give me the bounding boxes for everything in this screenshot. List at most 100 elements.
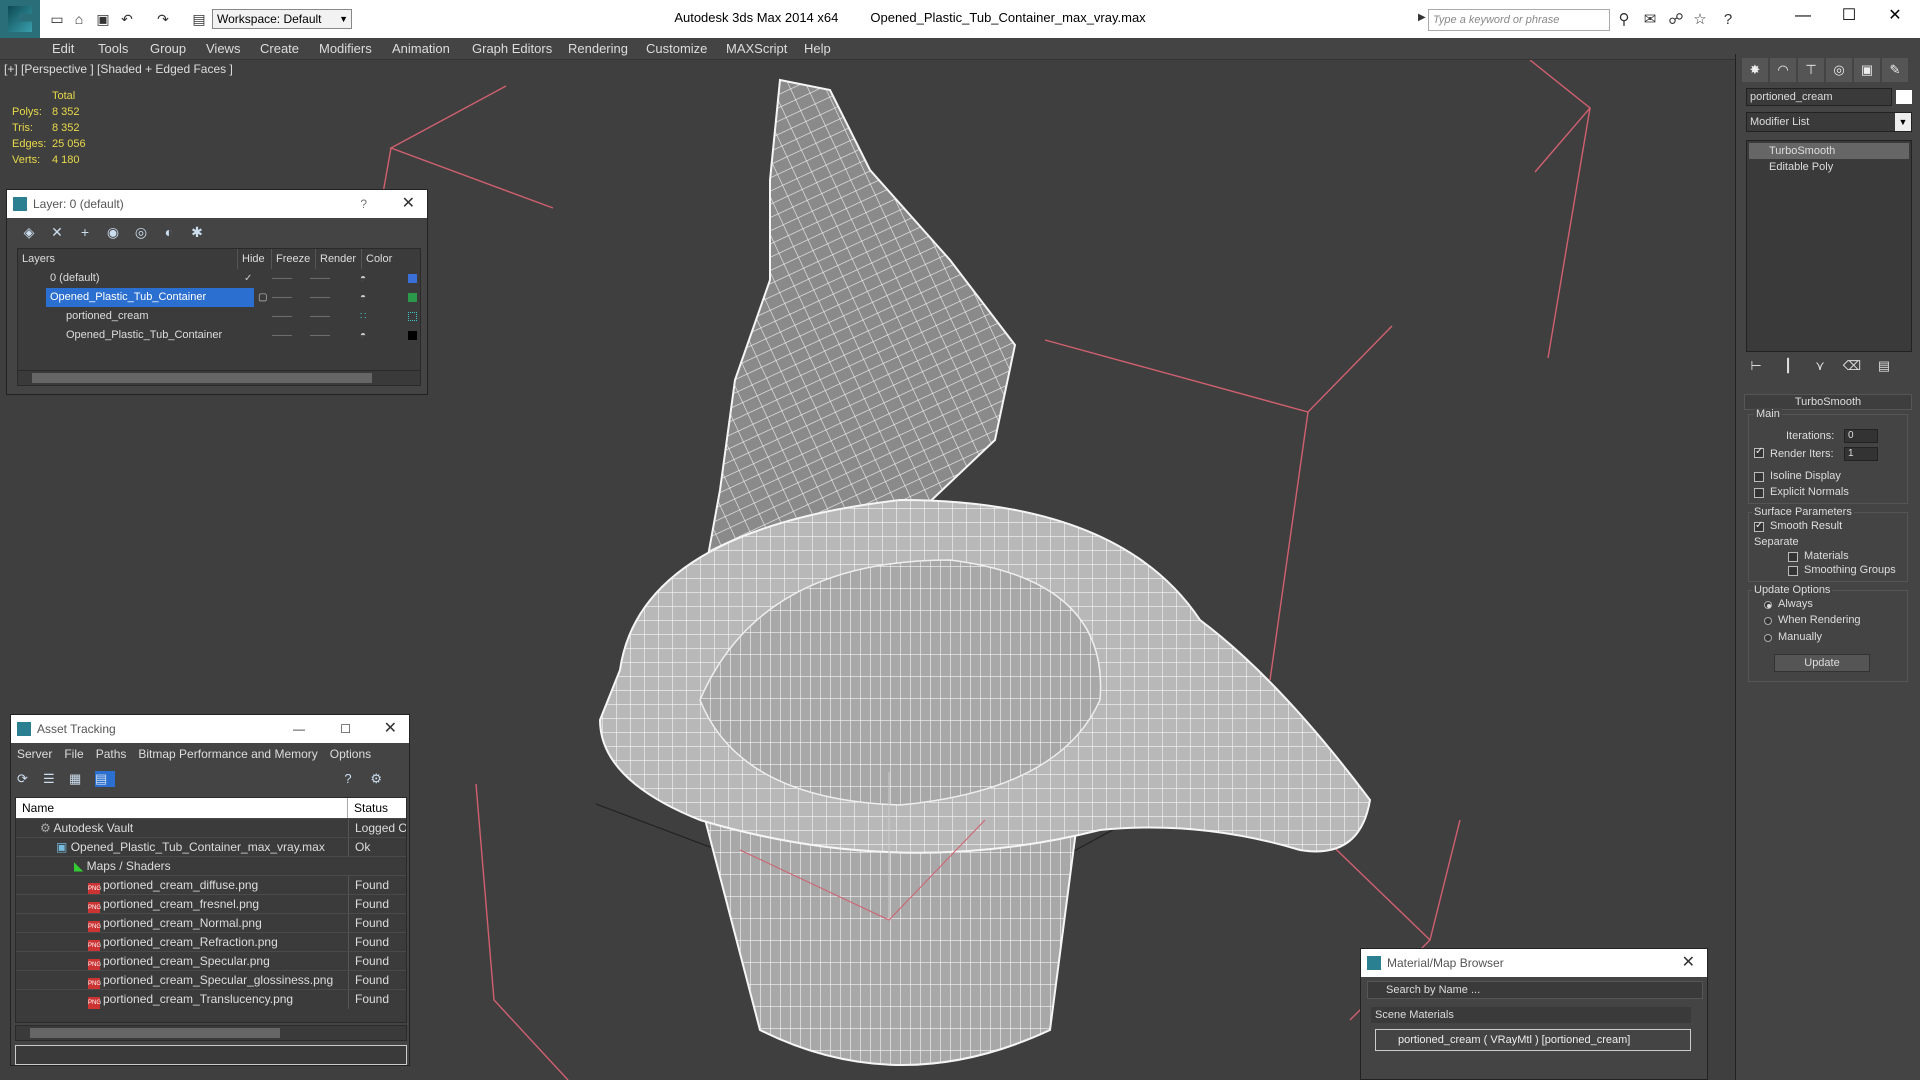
col-name[interactable]: Name [16,798,348,818]
app-logo[interactable] [0,0,40,38]
maximize-button[interactable]: ☐ [1826,0,1872,32]
asset-horizontal-scrollbar[interactable] [15,1025,407,1041]
render-teapot-icon[interactable]: ◓ [360,288,366,307]
workspace-dropdown[interactable]: Workspace: Default ▼ [212,9,352,29]
hierarchy-tab-icon[interactable]: ⊤ [1798,58,1824,82]
scene-materials-group[interactable]: Scene Materials [1371,1007,1691,1023]
layer-panel-titlebar[interactable]: Layer: 0 (default) ? ✕ [7,190,427,218]
freeze-toggle[interactable]: —— [310,288,330,307]
asset-row[interactable]: ⚙ Autodesk Vault Logged Out [16,818,406,838]
maximize-icon[interactable]: ☐ [340,715,351,743]
asset-row[interactable]: PNG portioned_cream_Translucency.png Found [16,989,406,1009]
asset-panel-titlebar[interactable]: Asset Tracking — ☐ ✕ [11,715,409,743]
layer-color-swatch[interactable] [408,293,417,302]
help-icon[interactable]: ? [360,190,367,218]
redo-icon[interactable]: ↷ [154,10,172,28]
communication-icon[interactable]: ☍ [1666,10,1686,30]
asset-row[interactable]: PNG portioned_cream_Refraction.png Found [16,932,406,952]
asset-row[interactable]: PNG portioned_cream_Specular_glossiness.p… [16,970,406,990]
motion-tab-icon[interactable]: ◎ [1826,58,1852,82]
modifier-list-dropdown[interactable]: Modifier List ▼ [1746,112,1912,132]
object-name-field[interactable]: portioned_cream [1746,88,1892,106]
select-objects-icon[interactable]: ◉ [101,224,125,241]
isoline-checkbox[interactable] [1754,472,1764,482]
open-file-icon[interactable]: ⌂ [70,10,88,28]
material-browser-titlebar[interactable]: Material/Map Browser ✕ [1361,949,1707,977]
stack-item-turbosmooth[interactable]: TurboSmooth [1749,143,1909,159]
menu-group[interactable]: Group [146,38,190,60]
render-iters-checkbox[interactable] [1754,446,1764,458]
menu-animation[interactable]: Animation [388,38,454,60]
asset-menu-server[interactable]: Server [17,747,52,761]
menu-customize[interactable]: Customize [642,38,711,60]
asset-menu-options[interactable]: Options [330,747,371,761]
asset-menu-file[interactable]: File [64,747,83,761]
refresh-icon[interactable]: ⟳ [17,771,37,787]
layer-row[interactable]: portioned_cream —— —— ∷ [18,307,420,326]
material-item[interactable]: portioned_cream ( VRayMtl ) [portioned_c… [1375,1029,1691,1051]
explicit-normals-checkbox[interactable] [1754,488,1764,498]
col-status[interactable]: Status [348,798,406,818]
menu-tools[interactable]: Tools [94,38,132,60]
freeze-toggle[interactable]: —— [310,307,330,326]
layer-horizontal-scrollbar[interactable] [17,370,421,386]
show-end-result-icon[interactable]: ┃ [1778,358,1798,374]
asset-menu-paths[interactable]: Paths [96,747,127,761]
configure-sets-icon[interactable]: ▤ [1874,358,1894,374]
table-view-icon[interactable]: ▤ [95,771,115,787]
hide-toggle[interactable]: —— [272,269,292,288]
render-dots-icon[interactable]: ∷ [360,307,366,326]
subscription-icon[interactable]: ✉ [1640,10,1660,30]
asset-row[interactable]: PNG portioned_cream_diffuse.png Found [16,875,406,895]
create-tab-icon[interactable]: ✸ [1742,58,1768,82]
menu-edit[interactable]: Edit [48,38,78,60]
binoculars-icon[interactable]: ⚲ [1614,10,1634,30]
new-file-icon[interactable]: ▭ [48,10,66,28]
undo-icon[interactable]: ↶ [118,10,136,28]
menu-maxscript[interactable]: MAXScript [722,38,791,60]
pin-stack-icon[interactable]: ⊢ [1746,358,1766,374]
col-color[interactable]: Color [362,249,420,269]
layer-color-swatch[interactable] [408,331,417,340]
help-icon[interactable]: ? [344,771,364,786]
remove-modifier-icon[interactable]: ⌫ [1842,358,1862,374]
delete-layer-icon[interactable]: ✕ [45,224,69,241]
highlight-layer-icon[interactable]: ◎ [129,224,153,241]
manually-radio[interactable] [1764,634,1772,642]
asset-menu-bitmap[interactable]: Bitmap Performance and Memory [138,747,317,761]
asset-row[interactable]: ◣ Maps / Shaders [16,856,406,875]
smooth-result-checkbox[interactable] [1754,520,1764,532]
asset-row[interactable]: PNG portioned_cream_Specular.png Found [16,951,406,971]
make-unique-icon[interactable]: ⋎ [1810,358,1830,374]
menu-views[interactable]: Views [202,38,244,60]
always-radio[interactable] [1764,601,1772,609]
help-icon[interactable]: ? [1718,10,1738,30]
favorites-star-icon[interactable]: ☆ [1690,10,1710,30]
close-icon[interactable]: ✕ [1682,949,1695,977]
settings-icon[interactable]: ⚙ [370,771,390,787]
iterations-spinner[interactable]: 0 [1844,429,1878,443]
search-input[interactable]: Type a keyword or phrase [1428,9,1610,31]
scrollbar-thumb[interactable] [32,373,372,383]
col-hide[interactable]: Hide [238,249,272,269]
modify-tab-icon[interactable]: ◠ [1770,58,1796,82]
close-button[interactable]: ✕ [1872,0,1918,32]
layer-row[interactable]: 0 (default) ✓ —— —— ◓ [18,269,420,288]
project-folder-icon[interactable]: ▤ [190,10,208,28]
list-view-icon[interactable]: ☰ [43,771,63,787]
freeze-toggle[interactable]: —— [310,326,330,345]
hide-toggle[interactable]: —— [272,307,292,326]
render-teapot-icon[interactable]: ◓ [360,269,366,288]
menu-graph-editors[interactable]: Graph Editors [468,38,556,60]
close-icon[interactable]: ✕ [384,715,397,743]
when-rendering-radio[interactable] [1764,617,1772,625]
asset-row[interactable]: PNG portioned_cream_Normal.png Found [16,913,406,933]
layer-row[interactable]: Opened_Plastic_Tub_Container ▢ —— —— ◓ [18,288,420,307]
save-icon[interactable]: ▣ [94,10,112,28]
display-tab-icon[interactable]: ▣ [1854,58,1880,82]
hide-toggle[interactable]: —— [272,288,292,307]
menu-create[interactable]: Create [256,38,303,60]
layer-row[interactable]: Opened_Plastic_Tub_Container —— —— ◓ [18,326,420,345]
smoothing-groups-checkbox[interactable] [1788,566,1798,576]
expand-arrow-icon[interactable]: ▶ [1418,12,1426,23]
